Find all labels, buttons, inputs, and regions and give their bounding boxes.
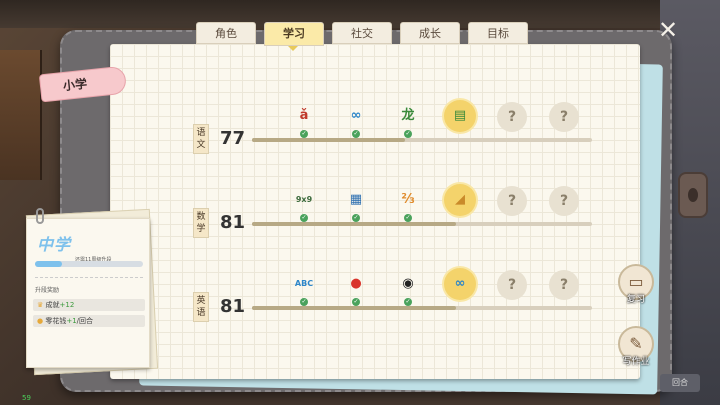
divider [35, 277, 143, 278]
review-label: 复习 [626, 295, 645, 305]
subject-score: 81 [220, 296, 246, 317]
subject-progress-fill [252, 222, 456, 226]
reward-label: 零花钱 [45, 317, 67, 325]
reward-achievement: ♛ 成就+12 [33, 299, 145, 311]
close-icon[interactable]: ✕ [656, 18, 680, 42]
ruler-icon[interactable]: ◢ [444, 184, 476, 216]
question-icon[interactable]: ? [497, 186, 527, 216]
check-icon: ✓ [352, 298, 360, 306]
tab-bar: 角色 学习 社交 成长 目标 [196, 22, 528, 46]
subject-progress-track [252, 222, 592, 226]
subject-progress-track [252, 138, 592, 142]
coin-icon: ● [37, 317, 44, 325]
reward-amount: +12 [59, 301, 75, 309]
check-icon: ✓ [352, 130, 360, 138]
check-icon: ✓ [404, 298, 412, 306]
active-tab-pointer [288, 46, 298, 51]
check-icon: ✓ [404, 130, 412, 138]
check-icon: ✓ [352, 214, 360, 222]
subject-score: 81 [220, 212, 246, 233]
question-icon[interactable]: ? [497, 102, 527, 132]
tab-social[interactable]: 社交 [332, 22, 392, 44]
corner-button[interactable]: 回合 [660, 374, 700, 392]
node-glyph: ? [507, 109, 517, 125]
node-glyph: 龙 [401, 108, 415, 123]
node-glyph: ? [507, 193, 517, 209]
node-glyph: ▦ [349, 192, 363, 207]
node-glyph: ǎ [299, 108, 309, 123]
tab-study[interactable]: 学习 [264, 22, 324, 46]
node-glyph: ◢ [455, 192, 465, 207]
check-icon: ✓ [300, 130, 308, 138]
subject-progress-track [252, 306, 592, 310]
next-level-progress [35, 261, 143, 267]
chalkboard-icon[interactable]: 9x9 ✓ [290, 188, 318, 222]
check-icon: ✓ [404, 214, 412, 222]
check-icon: ✓ [300, 214, 308, 222]
pinyin-icon[interactable]: ǎ ✓ [290, 104, 318, 138]
homework-label: 写作业 [622, 357, 650, 367]
next-level-card: 中学 还需11周级升段 升段奖励 ♛ 成就+12 ● 零花钱+1/回合 [26, 218, 150, 368]
panda-icon[interactable]: ◉ ✓ [394, 272, 422, 306]
pencil-icon: ✎ [629, 334, 643, 353]
node-glyph: ∞ [454, 276, 466, 291]
subject-label: 语 文 [193, 124, 209, 154]
node-glyph: ● [350, 276, 362, 291]
trophy-icon: ♛ [37, 301, 44, 309]
subject-label: 数 学 [193, 208, 209, 238]
question-icon[interactable]: ? [549, 270, 579, 300]
check-icon: ✓ [300, 298, 308, 306]
node-glyph: ABC [294, 279, 314, 288]
abc-icon[interactable]: ABC ✓ [290, 272, 318, 306]
question-icon[interactable]: ? [549, 186, 579, 216]
calculator-icon[interactable]: ▦ ✓ [342, 188, 370, 222]
node-glyph: ⅔ [401, 192, 415, 207]
chain-icon[interactable]: ∞ [444, 268, 476, 300]
node-glyph: ? [559, 193, 569, 209]
reward-suffix: /回合 [76, 317, 94, 325]
question-icon[interactable]: ? [497, 270, 527, 300]
notebook-icon[interactable]: ▤ [444, 100, 476, 132]
node-glyph: 9x9 [295, 195, 313, 204]
next-level-progress-fill [35, 261, 62, 267]
book-clasp [678, 172, 708, 218]
fps-counter: 59 [22, 394, 31, 402]
book-icon: ▭ [628, 272, 644, 291]
subject-score: 77 [220, 128, 246, 149]
tab-role[interactable]: 角色 [196, 22, 256, 44]
subject-label: 英 语 [193, 292, 209, 322]
tab-growth[interactable]: 成长 [400, 22, 460, 44]
background-shelf [0, 50, 42, 180]
dragon-icon[interactable]: 龙 ✓ [394, 104, 422, 138]
chain-icon[interactable]: ∞ ✓ [342, 104, 370, 138]
node-glyph: ▤ [453, 108, 467, 123]
node-glyph: ? [559, 277, 569, 293]
subject-progress-fill [252, 306, 456, 310]
node-glyph: ∞ [350, 108, 362, 123]
tab-goals[interactable]: 目标 [468, 22, 528, 44]
apple-icon[interactable]: ● ✓ [342, 272, 370, 306]
subject-progress-fill [252, 138, 405, 142]
reward-amount: +1 [66, 317, 77, 325]
paper-clip-icon [36, 208, 44, 224]
reward-label: 成就 [45, 301, 60, 309]
question-icon[interactable]: ? [549, 102, 579, 132]
reward-allowance: ● 零花钱+1/回合 [33, 315, 145, 327]
reward-title: 升段奖励 [35, 287, 60, 294]
node-glyph: ◉ [402, 276, 414, 291]
node-glyph: ? [507, 277, 517, 293]
fraction-icon[interactable]: ⅔ ✓ [394, 188, 422, 222]
node-glyph: ? [559, 109, 569, 125]
next-level-title: 中学 [37, 235, 72, 254]
